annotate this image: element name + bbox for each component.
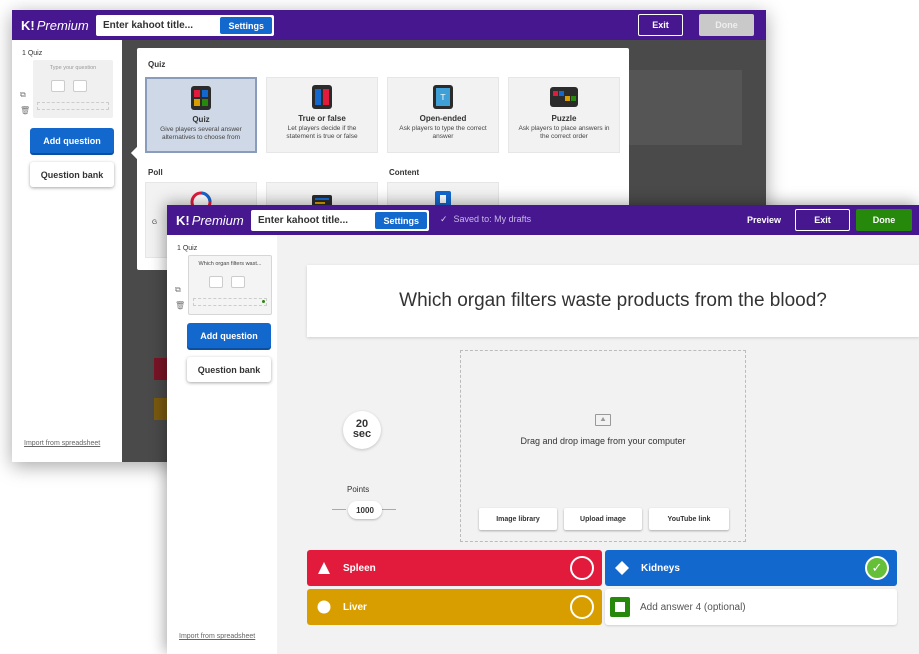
answer-2-text: Kidneys xyxy=(641,562,680,574)
duplicate-icon[interactable]: ⧉ xyxy=(20,90,26,100)
delete-icon[interactable]: 🗑 xyxy=(20,106,30,115)
delete-icon[interactable]: 🗑 xyxy=(175,301,185,310)
section-content-label: Content xyxy=(389,168,420,177)
question-bank-button[interactable]: Question bank xyxy=(30,162,114,187)
screenshot-stage: K! Premium Enter kahoot title... Settings… xyxy=(0,0,919,654)
youtube-link-button[interactable]: YouTube link xyxy=(649,508,729,530)
type-open-ended-card[interactable]: T Open-ended Ask players to type the cor… xyxy=(387,77,499,153)
answer-1-correct-toggle[interactable] xyxy=(570,556,594,580)
svg-text:T: T xyxy=(440,93,446,102)
checkmark-icon: ✓ xyxy=(871,560,883,575)
thumbnail-image-icon xyxy=(231,276,245,288)
add-question-button[interactable]: Add question xyxy=(187,323,271,348)
type-puzzle-name: Puzzle xyxy=(551,114,577,123)
image-icon: ⛰ xyxy=(595,414,611,426)
open-ended-type-icon: T xyxy=(432,84,454,110)
import-spreadsheet-link[interactable]: Import from spreadsheet xyxy=(179,633,255,640)
time-limit-selector[interactable]: 20 sec xyxy=(343,411,381,449)
section-quiz-label: Quiz xyxy=(148,60,166,69)
preview-button[interactable]: Preview xyxy=(747,215,781,225)
answer-1[interactable]: Spleen xyxy=(307,550,602,586)
type-true-false-card[interactable]: True or false Let players decide if the … xyxy=(266,77,378,153)
puzzle-type-icon xyxy=(549,84,579,110)
front-sidebar: 1 Quiz Which organ filters wast... ⧉ 🗑 A… xyxy=(167,235,277,654)
points-slider-left xyxy=(332,509,346,510)
kahoot-logo: K! Premium xyxy=(21,17,89,33)
answer-3[interactable]: Liver xyxy=(307,589,602,625)
done-button[interactable]: Done xyxy=(856,209,912,231)
thumbnail-answers xyxy=(37,102,109,110)
square-icon xyxy=(610,597,630,617)
image-drop-zone[interactable]: ⛰ Drag and drop image from your computer… xyxy=(460,350,746,542)
question-text: Which organ filters waste products from … xyxy=(399,290,827,311)
import-spreadsheet-link[interactable]: Import from spreadsheet xyxy=(24,440,100,447)
thumbnail-image-icon xyxy=(73,80,87,92)
front-top-bar: K! Premium Enter kahoot title... Settings… xyxy=(167,205,919,235)
type-quiz-name: Quiz xyxy=(192,115,210,124)
question-input[interactable]: Which organ filters waste products from … xyxy=(307,265,919,337)
checkmark-icon: ✓ xyxy=(440,214,448,224)
answer-4-placeholder: Add answer 4 (optional) xyxy=(640,601,746,613)
type-quiz-card[interactable]: Quiz Give players several answer alterna… xyxy=(145,77,257,153)
type-puzzle-desc: Ask players to place answers in the corr… xyxy=(518,125,610,140)
type-open-ended-desc: Ask players to type the correct answer xyxy=(399,125,487,140)
type-open-ended-name: Open-ended xyxy=(419,114,467,123)
done-button[interactable]: Done xyxy=(699,14,754,36)
points-slider-right xyxy=(382,509,396,510)
points-selector[interactable]: 1000 xyxy=(348,501,382,519)
front-editor-canvas: Which organ filters waste products from … xyxy=(277,235,919,654)
image-library-button[interactable]: Image library xyxy=(479,508,557,530)
question-bank-button[interactable]: Question bank xyxy=(187,357,271,382)
type-quiz-desc: Give players several answer alternatives… xyxy=(160,126,242,141)
circle-icon xyxy=(317,600,331,614)
kahoot-title-placeholder: Enter kahoot title... xyxy=(103,20,194,31)
settings-button[interactable]: Settings xyxy=(220,17,272,34)
type-puzzle-card[interactable]: Puzzle Ask players to place answers in t… xyxy=(508,77,620,153)
section-poll-label: Poll xyxy=(148,168,163,177)
thumbnail-correct-dot xyxy=(262,300,265,303)
type-true-false-desc: Let players decide if the statement is t… xyxy=(286,125,358,140)
dimmed-answer-yellow xyxy=(154,398,168,420)
sidebar-item-label: 1 Quiz xyxy=(22,50,43,57)
kahoot-title-input[interactable]: Enter kahoot title... Settings xyxy=(96,15,274,36)
question-thumbnail[interactable]: Type your question xyxy=(33,60,113,118)
exit-button[interactable]: Exit xyxy=(638,14,683,36)
answer-2-correct-toggle[interactable]: ✓ xyxy=(865,556,889,580)
sidebar-item-label: 1 Quiz xyxy=(177,245,198,252)
duplicate-icon[interactable]: ⧉ xyxy=(175,285,181,295)
quiz-type-icon xyxy=(190,85,212,111)
back-sidebar: 1 Quiz Type your question ⧉ 🗑 Add questi… xyxy=(12,40,122,462)
question-thumbnail[interactable]: Which organ filters wast... xyxy=(188,255,272,315)
drop-zone-text: Drag and drop image from your computer xyxy=(520,436,686,446)
answer-1-text: Spleen xyxy=(343,562,376,574)
timer-unit: sec xyxy=(352,428,372,440)
add-question-button[interactable]: Add question xyxy=(30,128,114,153)
answer-3-text: Liver xyxy=(343,601,367,613)
kahoot-logo: K! Premium xyxy=(176,212,244,228)
thumbnail-question-text: Which organ filters wast... xyxy=(198,261,262,267)
answer-3-correct-toggle[interactable] xyxy=(570,595,594,619)
back-top-bar: K! Premium Enter kahoot title... Settings… xyxy=(12,10,766,40)
thumbnail-timer-icon xyxy=(209,276,223,288)
triangle-icon xyxy=(318,562,330,574)
save-status: ✓ Saved to: My drafts xyxy=(440,214,532,224)
answer-2[interactable]: Kidneys ✓ xyxy=(605,550,897,586)
front-editor-window: K! Premium Enter kahoot title... Settings… xyxy=(167,205,919,654)
upload-image-button[interactable]: Upload image xyxy=(564,508,642,530)
thumbnail-placeholder: Type your question xyxy=(49,65,97,71)
dimmed-answer-red xyxy=(154,358,168,380)
diamond-icon xyxy=(615,561,629,575)
exit-button[interactable]: Exit xyxy=(795,209,850,231)
thumbnail-answers xyxy=(193,298,267,306)
type-true-false-name: True or false xyxy=(298,114,346,123)
settings-button[interactable]: Settings xyxy=(375,212,427,229)
true-false-type-icon xyxy=(311,84,333,110)
thumbnail-timer-icon xyxy=(51,80,65,92)
kahoot-title-input[interactable]: Enter kahoot title... Settings xyxy=(251,210,429,231)
kahoot-title-placeholder: Enter kahoot title... xyxy=(258,215,349,226)
answer-4[interactable]: Add answer 4 (optional) xyxy=(605,589,897,625)
points-label: Points xyxy=(347,485,370,494)
